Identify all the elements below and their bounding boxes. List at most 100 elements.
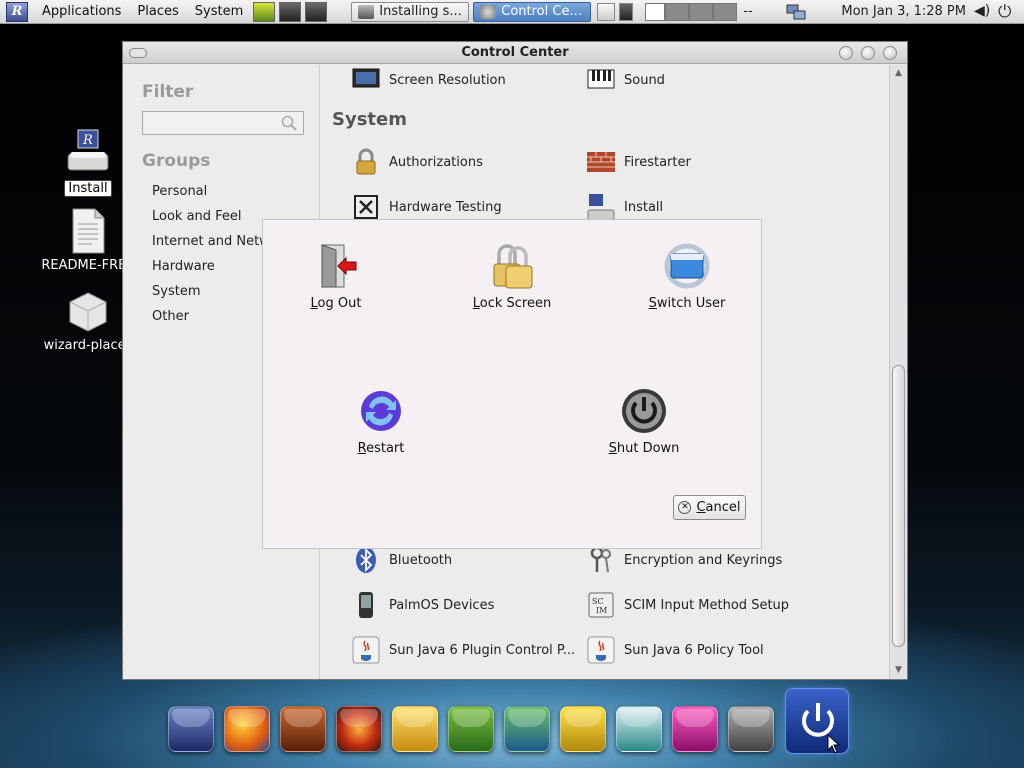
svg-text:IM: IM [596, 606, 607, 615]
group-look-and-feel[interactable]: Look and Feel [152, 209, 242, 224]
log-out-door-icon [321, 244, 357, 288]
task-installing[interactable]: Installing s... [351, 1, 470, 22]
group-hardware[interactable]: Hardware [152, 259, 215, 274]
item-sun-java-plugin[interactable]: Sun Java 6 Plugin Control P... [351, 635, 575, 665]
dock [160, 684, 860, 768]
dock-editor-icon[interactable] [616, 706, 662, 752]
clock[interactable]: Mon Jan 3, 1:28 PM [841, 4, 966, 19]
item-sound[interactable]: Sound [586, 65, 665, 95]
menu-system[interactable]: System [187, 4, 251, 19]
shut-down-button[interactable]: Shut Down [589, 387, 699, 456]
switch-user-button[interactable]: Switch User [632, 242, 742, 311]
dock-media-player-icon[interactable] [336, 706, 382, 752]
group-other[interactable]: Other [152, 309, 189, 324]
cancel-button[interactable]: ✕ Cancel [673, 495, 746, 520]
item-palmos-devices[interactable]: PalmOS Devices [351, 590, 494, 620]
screen-resolution-icon [352, 68, 380, 88]
show-desktop-icon[interactable] [597, 2, 616, 21]
log-out-button[interactable]: Log Out [281, 242, 391, 311]
volume-icon[interactable]: ◀) [974, 3, 992, 21]
workspace-2[interactable] [665, 2, 690, 21]
installer-icon [358, 4, 375, 19]
task-label: Control Ce... [501, 4, 582, 19]
item-firestarter[interactable]: Firestarter [586, 147, 691, 177]
filter-heading: Filter [142, 82, 194, 102]
item-label: Sun Java 6 Policy Tool [624, 642, 764, 658]
workspace-4[interactable] [713, 2, 738, 21]
task-label: Installing s... [379, 4, 462, 19]
dock-distro-icon[interactable] [168, 706, 214, 752]
system-monitor-launcher-icon[interactable] [253, 1, 276, 22]
groups-heading: Groups [142, 151, 211, 171]
restart-button[interactable]: Restart [326, 387, 436, 456]
item-install[interactable]: Install [586, 192, 663, 222]
item-authorizations[interactable]: Authorizations [351, 147, 483, 177]
item-sun-java-policy[interactable]: Sun Java 6 Policy Tool [586, 635, 764, 665]
log-out-label: Log Out [310, 296, 362, 311]
item-encryption-keyrings[interactable]: Encryption and Keyrings [586, 545, 782, 575]
dock-office-icon[interactable] [560, 706, 606, 752]
control-center-icon [480, 4, 497, 19]
top-panel: R Applications Places System Installing … [0, 0, 1024, 24]
dock-settings-icon[interactable] [728, 706, 774, 752]
task-control-center[interactable]: Control Ce... [473, 1, 592, 22]
logout-dialog: Log Out Lock Screen Switch User Restart … [262, 219, 762, 549]
lock-screen-button[interactable]: Lock Screen [457, 242, 567, 311]
item-screen-resolution[interactable]: Screen Resolution [351, 65, 506, 95]
power-icon[interactable]: ⏻ [998, 2, 1018, 22]
window-titlebar[interactable]: Control Center [123, 42, 907, 64]
vertical-scrollbar[interactable]: ▲ ▼ [889, 65, 907, 679]
scim-icon: SCIM [588, 592, 614, 618]
dock-java-coffee-icon[interactable] [392, 706, 438, 752]
scroll-down-arrow-icon[interactable]: ▼ [893, 665, 904, 676]
dock-guitar-icon[interactable] [280, 706, 326, 752]
menu-places[interactable]: Places [129, 4, 186, 19]
section-system: System [332, 109, 407, 130]
workspace-3[interactable] [689, 2, 714, 21]
scroll-thumb[interactable] [892, 365, 905, 647]
group-system[interactable]: System [152, 284, 200, 299]
item-bluetooth[interactable]: Bluetooth [351, 545, 452, 575]
group-internet-and-network[interactable]: Internet and Netw [152, 234, 270, 249]
network-icon[interactable] [786, 2, 806, 22]
minimize-button[interactable] [839, 46, 853, 60]
group-personal[interactable]: Personal [152, 184, 207, 199]
dock-image-viewer-icon[interactable] [448, 706, 494, 752]
trash-icon[interactable] [619, 2, 634, 21]
distro-logo-icon[interactable]: R [6, 1, 28, 22]
restart-icon [361, 391, 401, 431]
item-hardware-testing[interactable]: Hardware Testing [351, 192, 502, 222]
package-icon [66, 290, 110, 334]
text-file-icon [68, 208, 108, 254]
shutdown-icon [622, 389, 666, 433]
item-label: PalmOS Devices [389, 597, 495, 613]
item-label: Authorizations [389, 154, 483, 170]
item-label: Hardware Testing [389, 199, 502, 215]
workspace-more: -- [743, 4, 753, 19]
dock-messenger-icon[interactable] [504, 706, 550, 752]
lock-icon [356, 148, 376, 175]
workspace-1[interactable] [645, 2, 666, 21]
search-icon [281, 115, 297, 131]
desktop-icon-label: Install [64, 180, 112, 197]
bluetooth-icon [356, 547, 376, 573]
item-label: SCIM Input Method Setup [624, 597, 790, 613]
equalizer-launcher-icon[interactable] [279, 1, 302, 22]
keys-icon [590, 546, 611, 573]
java-icon [352, 636, 380, 664]
dock-firefox-icon[interactable] [224, 706, 270, 752]
item-label: Bluetooth [389, 552, 453, 568]
item-scim-input-method[interactable]: SC IM SCIM Input Method Setup [586, 590, 789, 620]
terminal-launcher-icon[interactable] [305, 1, 328, 22]
workspace-switcher[interactable] [645, 2, 738, 21]
shut-down-label: Shut Down [608, 441, 680, 456]
window-title: Control Center [461, 45, 569, 60]
window-menu-button[interactable] [129, 48, 147, 58]
close-button[interactable] [883, 46, 897, 60]
menu-applications[interactable]: Applications [34, 4, 129, 19]
scroll-up-arrow-icon[interactable]: ▲ [893, 68, 904, 79]
filter-input[interactable] [142, 111, 304, 135]
item-label: Screen Resolution [389, 72, 506, 88]
maximize-button[interactable] [861, 46, 875, 60]
dock-music-icon[interactable] [672, 706, 718, 752]
